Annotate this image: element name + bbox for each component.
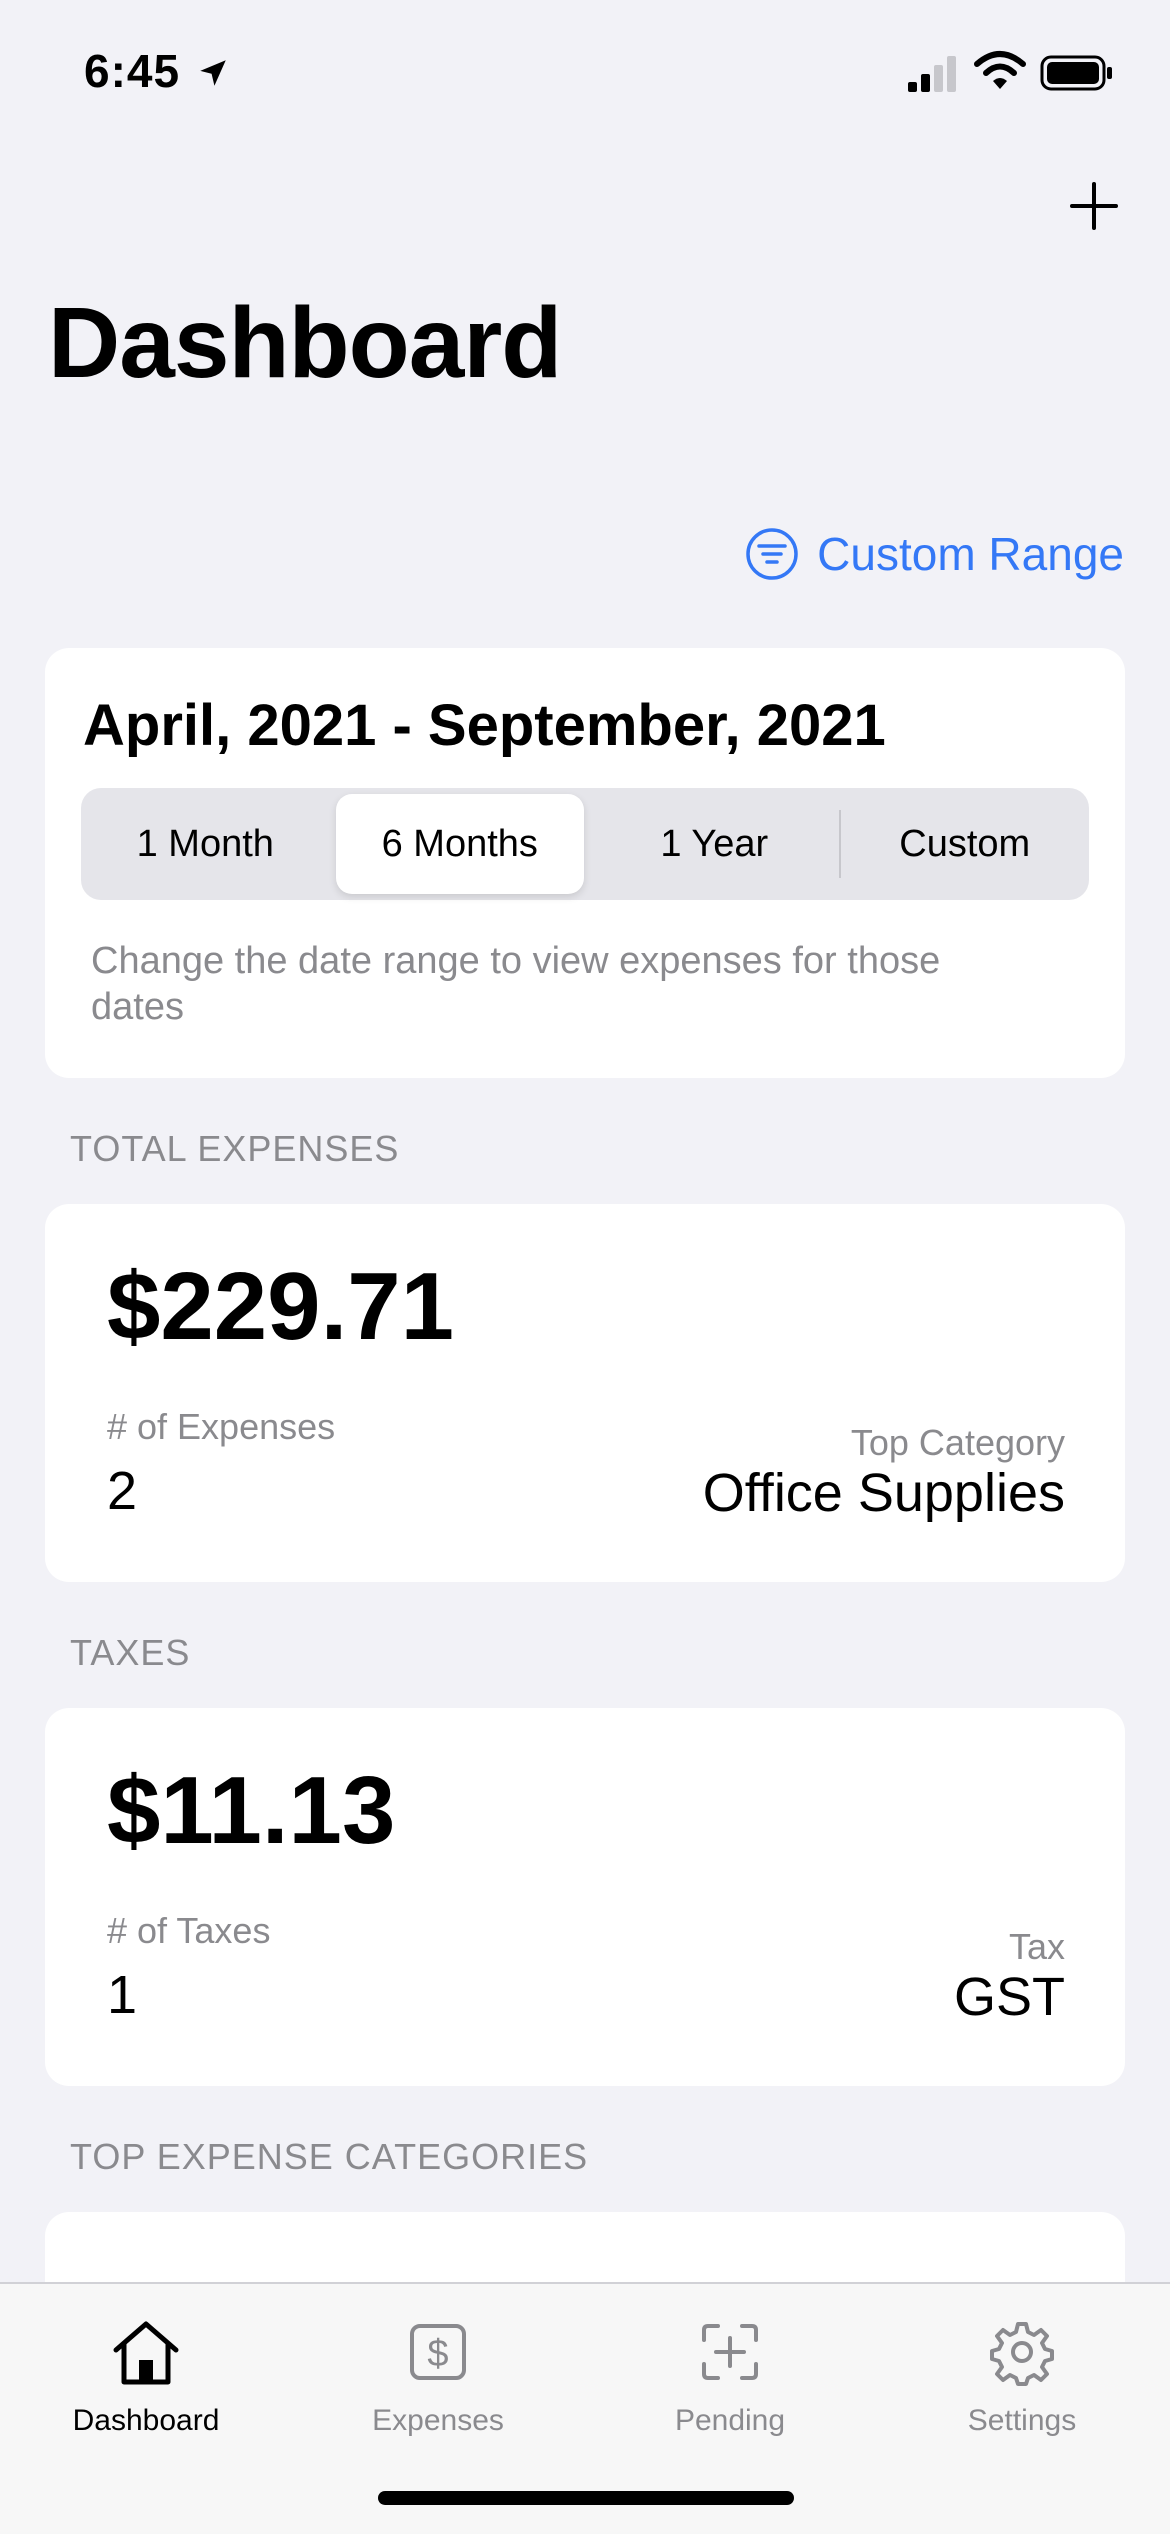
date-range-help-text: Change the date range to view expenses f… [91, 940, 941, 1028]
tab-dashboard-label: Dashboard [72, 2404, 220, 2437]
total-expenses-card[interactable]: $229.71 # of Expenses 2 Top Category Off… [45, 1204, 1125, 1582]
segment-1-year[interactable]: 1 Year [590, 794, 839, 894]
tab-pending[interactable]: Pending [584, 2284, 876, 2484]
total-expenses-amount: $229.71 [107, 1253, 455, 1360]
taxes-header: TAXES [70, 1632, 191, 1673]
tax-type-label: Tax [1008, 1926, 1065, 1967]
status-time: 6:45 [84, 45, 181, 97]
tab-settings[interactable]: Settings [876, 2284, 1168, 2484]
tab-pending-label: Pending [674, 2404, 786, 2437]
top-categories-header: TOP EXPENSE CATEGORIES [70, 2136, 589, 2177]
location-arrow-icon [200, 60, 226, 86]
tab-settings-label: Settings [967, 2404, 1077, 2437]
custom-range-button[interactable]: Custom Range [745, 524, 1124, 584]
expenses-count-value: 2 [107, 1461, 138, 1521]
scan-plus-icon [702, 2324, 758, 2380]
expenses-count-label: # of Expenses [107, 1406, 336, 1447]
status-bar: 6:45 [0, 0, 1170, 140]
cellular-signal-icon [908, 56, 956, 92]
gear-icon [990, 2322, 1054, 2386]
taxes-card[interactable]: $11.13 # of Taxes 1 Tax GST [45, 1708, 1125, 2086]
date-range-title: April, 2021 - September, 2021 [83, 693, 886, 758]
custom-range-label: Custom Range [817, 528, 1124, 580]
tab-dashboard[interactable]: Dashboard [0, 2284, 292, 2484]
tab-expenses[interactable]: $ Expenses [292, 2284, 584, 2484]
top-category-value: Office Supplies [702, 1463, 1065, 1523]
segment-custom[interactable]: Custom [841, 794, 1090, 894]
taxes-count-label: # of Taxes [107, 1910, 271, 1951]
svg-text:$: $ [427, 2333, 448, 2375]
segment-1-month[interactable]: 1 Month [81, 794, 330, 894]
wifi-icon [974, 51, 1026, 89]
home-indicator[interactable] [378, 2491, 794, 2505]
dollar-square-icon: $ [410, 2324, 466, 2380]
total-expenses-header: TOTAL EXPENSES [70, 1128, 400, 1169]
tab-expenses-label: Expenses [372, 2404, 504, 2437]
top-category-label: Top Category [850, 1422, 1065, 1463]
date-range-segmented-control: 1 Month 6 Months 1 Year Custom [81, 788, 1089, 900]
plus-icon[interactable] [1064, 176, 1124, 236]
filter-circle-icon [746, 528, 798, 580]
date-range-card: April, 2021 - September, 2021 1 Month 6 … [45, 648, 1125, 1078]
tax-type-value: GST [953, 1967, 1065, 2027]
house-icon [113, 2321, 179, 2385]
battery-icon [1040, 55, 1112, 91]
taxes-count-value: 1 [107, 1965, 138, 2025]
taxes-amount: $11.13 [107, 1757, 396, 1864]
page-title: Dashboard [48, 287, 562, 399]
segment-6-months[interactable]: 6 Months [335, 794, 584, 894]
